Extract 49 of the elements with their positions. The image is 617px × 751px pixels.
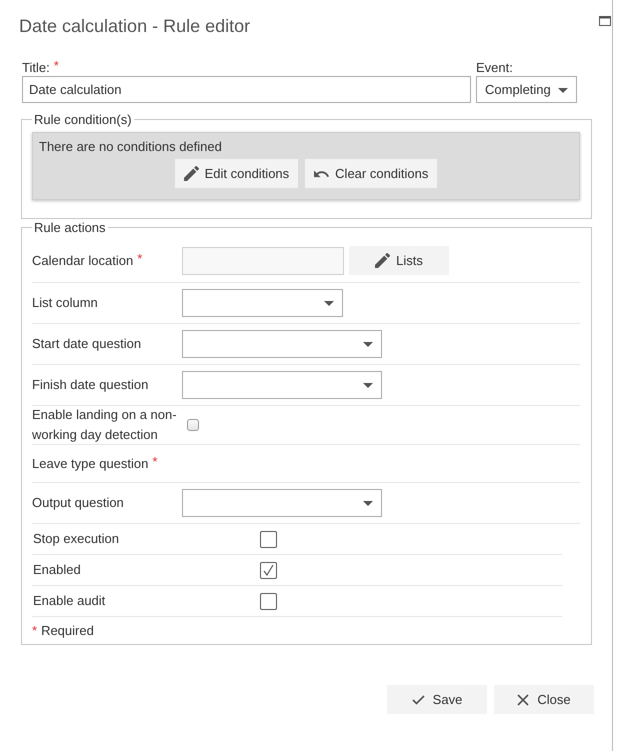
- required-mark: *: [54, 58, 59, 74]
- field-label: Enabled: [33, 562, 81, 577]
- field-label: Enable landing on a non-working day detection: [32, 407, 177, 442]
- title-input[interactable]: Date calculation: [22, 76, 471, 103]
- field-label: Start date question: [32, 336, 142, 351]
- field-label: Enable audit: [33, 593, 106, 608]
- lookup-field[interactable]: [182, 246, 344, 274]
- caret-icon: [363, 342, 373, 347]
- pencil-icon: [184, 166, 199, 181]
- dropdown-field[interactable]: [182, 489, 382, 517]
- required-mark: *: [152, 454, 158, 468]
- field-label: Calendar location: [32, 252, 134, 268]
- field-label: Stop execution: [33, 531, 120, 546]
- field-label: Event:: [476, 60, 513, 76]
- pencil-icon: [375, 253, 390, 268]
- field-label: Leave type question: [32, 456, 148, 470]
- lists-button[interactable]: Lists: [349, 246, 449, 275]
- empty-message: There are no conditions defined: [39, 138, 223, 156]
- field-label: Title:: [22, 60, 50, 76]
- dropdown-field[interactable]: [182, 289, 343, 317]
- event-dropdown[interactable]: Completing: [476, 76, 577, 103]
- checkbox[interactable]: [187, 419, 199, 431]
- fieldset-legend: Rule condition(s): [32, 112, 134, 127]
- save-button[interactable]: Save: [387, 685, 487, 714]
- field-label: List column: [32, 295, 98, 310]
- dropdown-field[interactable]: [182, 330, 382, 358]
- field-label: Finish date question: [32, 377, 148, 392]
- check-icon: [263, 564, 274, 576]
- required-mark: *: [137, 250, 142, 266]
- dropdown-field[interactable]: [182, 371, 382, 399]
- maximize-icon[interactable]: [599, 16, 611, 26]
- checkbox[interactable]: [260, 562, 277, 578]
- edit-conditions-button[interactable]: Edit conditions: [174, 159, 298, 188]
- required-note: Required: [41, 623, 94, 638]
- field-label: Output question: [32, 495, 124, 510]
- undo-icon: [314, 170, 330, 178]
- required-mark: *: [32, 623, 38, 638]
- caret-icon: [363, 383, 373, 388]
- clear-conditions-button[interactable]: Clear conditions: [305, 159, 438, 188]
- caret-icon: [558, 88, 568, 92]
- checkbox[interactable]: [260, 530, 277, 548]
- fieldset-legend: Rule actions: [32, 220, 108, 235]
- check-icon: [412, 694, 425, 704]
- close-button[interactable]: Close: [494, 685, 594, 714]
- close-icon: [517, 694, 530, 706]
- caret-icon: [363, 501, 373, 506]
- checkbox[interactable]: [260, 592, 277, 610]
- caret-icon: [324, 301, 334, 306]
- window-title: Date calculation - Rule editor: [19, 15, 250, 38]
